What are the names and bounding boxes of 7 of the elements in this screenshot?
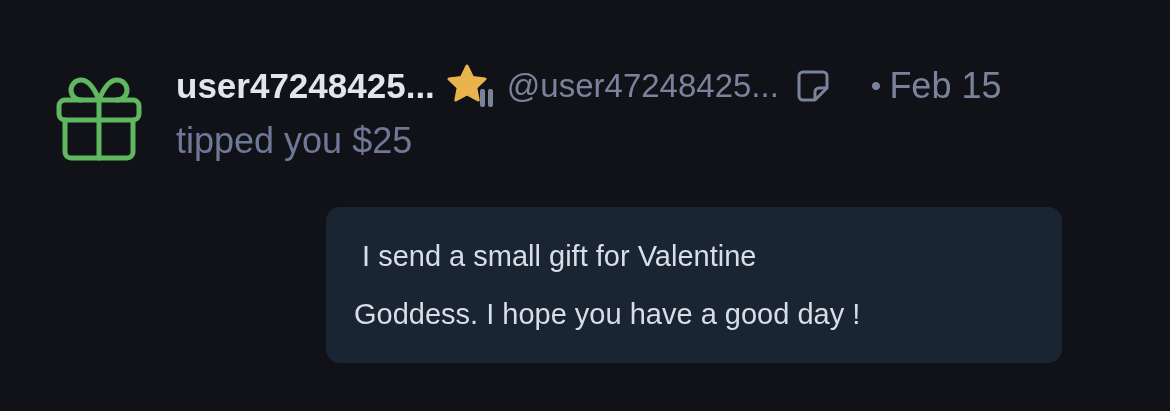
message-bubble: I send a small gift for Valentine Goddess. I hope you have a good day ! (326, 207, 1062, 363)
user-handle[interactable]: @user47248425... (506, 67, 779, 105)
note-icon[interactable] (796, 70, 829, 102)
display-name[interactable]: user47248425... (176, 66, 435, 106)
separator-dot: • (870, 69, 882, 103)
date-label: Feb 15 (889, 65, 1002, 107)
tip-description: tipped you $25 (176, 120, 414, 162)
